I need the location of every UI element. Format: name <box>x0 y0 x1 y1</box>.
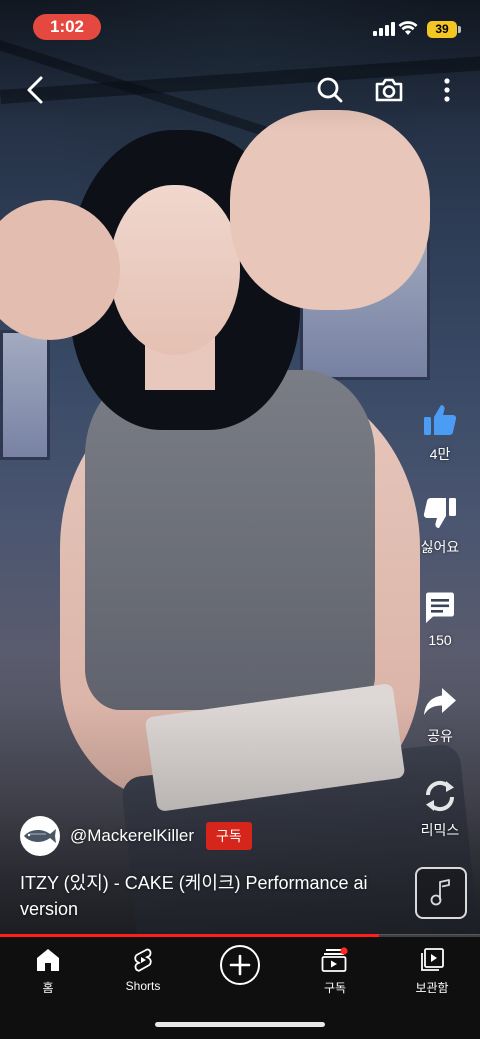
share-arrow-icon <box>424 688 456 715</box>
shorts-icon <box>134 948 152 972</box>
mackerel-fish-icon <box>24 829 56 843</box>
subscribe-button[interactable]: 구독 <box>206 822 252 850</box>
battery-indicator: 39 <box>427 21 457 38</box>
bottom-navigation: 홈 Shorts 구독 보관함 <box>0 937 480 1039</box>
nav-subscriptions[interactable]: 구독 <box>295 947 375 996</box>
remix-icon <box>425 780 455 812</box>
create-button[interactable] <box>220 945 260 985</box>
sound-button[interactable] <box>415 867 467 919</box>
camera-icon <box>375 78 403 102</box>
dislike-button[interactable]: 싫어요 <box>410 495 470 557</box>
comment-icon <box>426 592 454 623</box>
remix-button[interactable]: 리믹스 <box>410 778 470 840</box>
video-title[interactable]: ITZY (있지) - CAKE (케이크) Performance ai ve… <box>20 870 400 922</box>
search-icon <box>317 77 343 103</box>
thumbs-down-icon <box>423 498 456 528</box>
library-icon <box>421 948 444 971</box>
comments-button[interactable]: 150 <box>410 590 470 648</box>
channel-row: @MackerelKiller 구독 <box>20 816 252 856</box>
nav-shorts[interactable]: Shorts <box>103 947 183 993</box>
status-time: 1:02 <box>33 14 101 40</box>
comment-count: 150 <box>428 632 452 648</box>
share-label: 공유 <box>427 728 453 744</box>
plus-icon <box>229 954 251 976</box>
music-note-icon <box>430 879 450 906</box>
share-button[interactable]: 공유 <box>410 684 470 746</box>
more-options-button[interactable] <box>434 72 460 108</box>
more-vertical-icon <box>444 78 450 102</box>
camera-button[interactable] <box>370 72 408 108</box>
battery-tip <box>458 26 461 33</box>
channel-avatar[interactable] <box>20 816 60 856</box>
wifi-icon <box>398 21 418 35</box>
home-icon <box>37 949 59 971</box>
search-button[interactable] <box>312 72 348 108</box>
nav-home-label: 홈 <box>42 981 54 995</box>
chevron-left-icon <box>27 76 43 104</box>
back-button[interactable] <box>18 72 52 108</box>
video-shade <box>0 0 480 935</box>
nav-shorts-label: Shorts <box>125 979 161 993</box>
video-player[interactable] <box>0 0 480 935</box>
status-bar: 1:02 39 <box>0 0 480 54</box>
subscriptions-icon <box>321 947 348 972</box>
nav-home[interactable]: 홈 <box>8 947 88 996</box>
channel-handle[interactable]: @MackerelKiller <box>70 826 194 846</box>
remix-label: 리믹스 <box>420 822 460 838</box>
like-count: 4만 <box>429 446 451 462</box>
dislike-label: 싫어요 <box>420 539 460 555</box>
home-indicator <box>155 1022 325 1027</box>
nav-library-label: 보관함 <box>415 981 449 995</box>
thumbs-up-icon <box>424 405 457 435</box>
nav-subscriptions-label: 구독 <box>323 981 347 995</box>
nav-library[interactable]: 보관함 <box>392 947 472 996</box>
cellular-signal-icon <box>373 22 395 36</box>
like-button[interactable]: 4만 <box>410 402 470 464</box>
